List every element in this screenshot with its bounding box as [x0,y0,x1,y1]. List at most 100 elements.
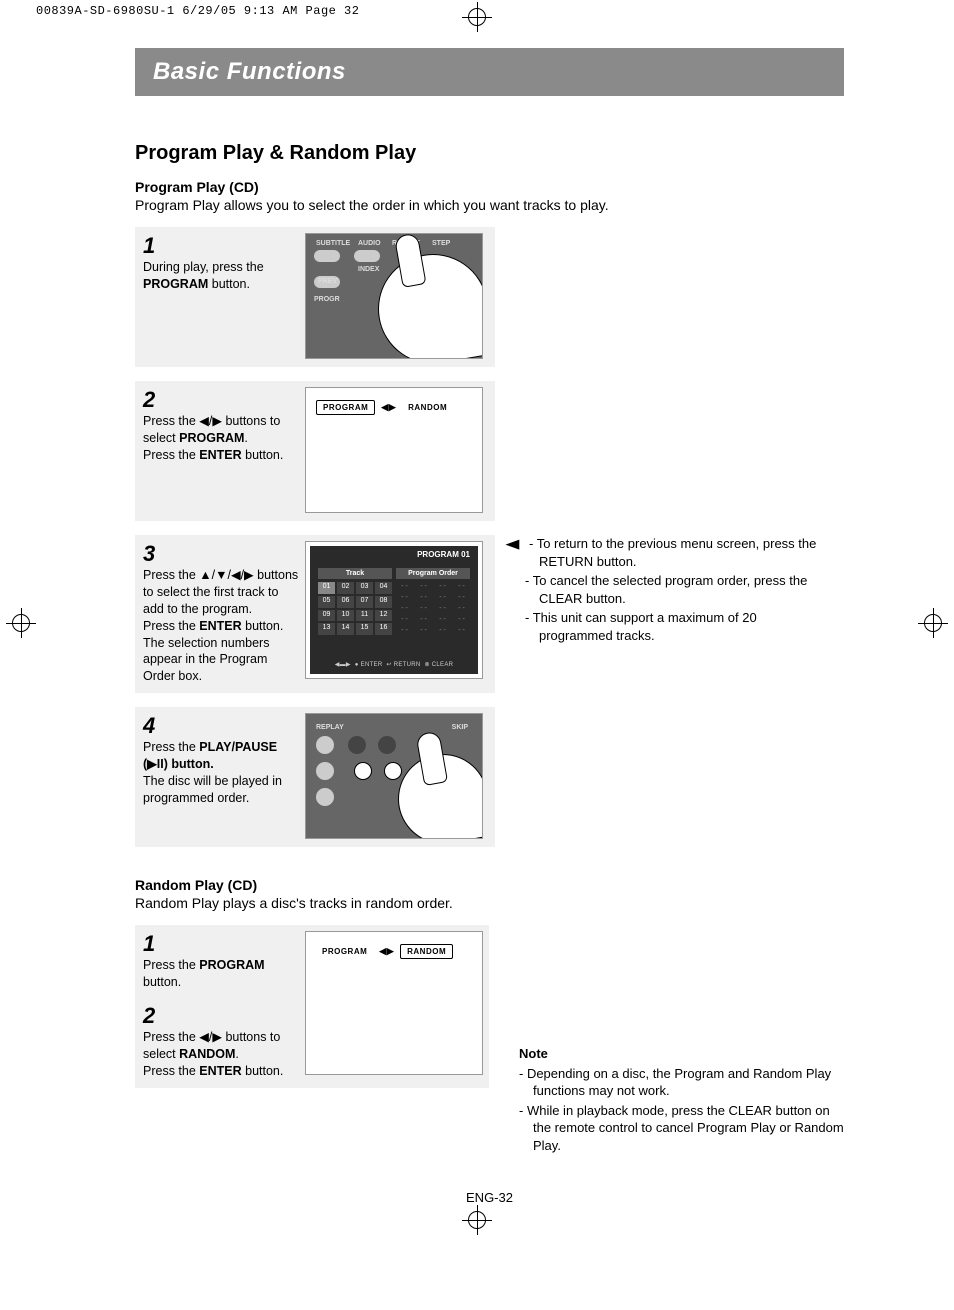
track-cell: 03 [356,582,373,594]
order-cell: - - [415,604,432,613]
step-1-figure: SUBTITLE AUDIO REPEAT STEP INDEX PREV PR… [305,233,483,359]
rand-1-text-a: Press the [143,958,199,972]
step-2-num: 2 [143,389,299,411]
random-chip: RANDOM [400,944,453,959]
left-right-icon: ◀/▶ [199,1030,222,1044]
order-cell: - - [415,615,432,624]
program-chip: PROGRAM [316,945,373,958]
order-cell: - - [453,615,470,624]
order-cell: - - [396,593,413,602]
step-4: 4 Press the PLAY/PAUSE (▶II) button. The… [135,707,495,847]
order-cell: - - [415,626,432,635]
arrows-icon: ◀▶ [379,946,394,957]
note-2: - While in playback mode, press the CLEA… [519,1102,844,1155]
rand-2-bold-b: ENTER [199,1064,241,1078]
order-cell: - - [434,593,451,602]
step-1-text-b: button. [208,277,250,291]
step-1-num: 1 [143,235,299,257]
step-1-text-a: During play, press the [143,260,264,274]
order-cell: - - [434,615,451,624]
track-cell: 06 [337,596,354,608]
program-desc: Program Play allows you to select the or… [135,197,844,213]
step-2: 2 Press the ◀/▶ buttons to select PROGRA… [135,381,495,521]
remote-label-step: STEP [432,240,450,247]
step-2-text-d: Press the [143,448,199,462]
rand-step-2-num: 2 [143,1005,299,1027]
left-right-icon: ◀/▶ [199,414,222,428]
note-title: Note [519,1045,844,1063]
step-4-bold: PLAY/PAUSE [199,740,277,754]
track-cell: 13 [318,623,335,635]
track-cell: 15 [356,623,373,635]
note-1: - Depending on a disc, the Program and R… [519,1065,844,1100]
col-track: Track [318,568,392,579]
order-grid: - - - - - - - - - - - - - - - - - - - [396,582,470,635]
step-3: 3 Press the ▲/▼/◀/▶ buttons to select th… [135,535,495,693]
step-3-text-d: button. [242,619,284,633]
step-2-bold-a: PROGRAM [179,431,244,445]
order-cell: - - [453,593,470,602]
page-heading: Program Play & Random Play [135,142,844,165]
random-desc: Random Play plays a disc's tracks in ran… [135,895,844,911]
step-2-text-a: Press the [143,414,199,428]
order-cell: - - [396,626,413,635]
track-cell: 11 [356,610,373,622]
side-notes: ◀- To return to the previous menu screen… [525,535,821,646]
track-cell: 08 [375,596,392,608]
order-cell: - - [434,582,451,591]
track-cell: 02 [337,582,354,594]
remote-label-progr: PROGR [314,296,340,303]
step-4-figure: REPLAY SKIP [305,713,483,839]
play-pause-icon: ▶II [147,757,164,771]
step-2-text-e: button. [242,448,284,462]
order-cell: - - [396,604,413,613]
page-number: ENG-32 [135,1190,844,1205]
random-steps: 1 Press the PROGRAM button. 2 Press the … [135,925,489,1087]
order-cell: - - [396,582,413,591]
step-2-figure: PROGRAM ◀▶ RANDOM [305,387,483,513]
random-title: Random Play (CD) [135,877,844,893]
track-grid: 01 02 03 04 05 06 07 08 09 10 [318,582,392,635]
track-cell: 05 [318,596,335,608]
registration-mark-bottom [462,1205,492,1235]
step-4-text-c: ) button. [164,757,214,771]
track-cell: 12 [375,610,392,622]
step-4-text-d: The disc will be played in programmed or… [143,774,282,805]
order-cell: - - [453,626,470,635]
step-2-text-c: . [244,431,247,445]
step-3-text-e: The selection numbers appear in the Prog… [143,636,269,684]
track-cell: 04 [375,582,392,594]
step-1-bold: PROGRAM [143,277,208,291]
step-1: 1 During play, press the PROGRAM button.… [135,227,495,367]
order-cell: - - [453,604,470,613]
rand-1-text-b: button. [143,975,181,989]
step-3-figure: PROGRAM 01 Track Program Order 01 02 03 [305,541,483,679]
program-chip: PROGRAM [316,400,375,415]
remote-label-prev: PREV [318,278,337,285]
step-3-bold: ENTER [199,619,241,633]
step-2-bold-b: ENTER [199,448,241,462]
dpad-icon: ▲/▼/◀/▶ [199,568,253,582]
step-3-text-a: Press the [143,568,199,582]
rand-2-text-e: button. [242,1064,284,1078]
side-note-3: - This unit can support a maximum of 20 … [525,609,821,644]
side-note-1: - To return to the previous menu screen,… [529,536,816,569]
note-block: Note - Depending on a disc, the Program … [519,1045,844,1156]
order-cell: - - [434,604,451,613]
section-banner: Basic Functions [135,48,844,96]
rand-step-1-num: 1 [143,933,299,955]
remote-label-skip: SKIP [452,724,468,731]
random-chip: RANDOM [402,401,453,414]
rand-2-text-c: . [235,1047,238,1061]
step-4-num: 4 [143,715,299,737]
rand-1-bold: PROGRAM [199,958,264,972]
col-program-order: Program Order [396,568,470,579]
rand-2-text-a: Press the [143,1030,199,1044]
track-cell: 10 [337,610,354,622]
remote-label-audio: AUDIO [358,240,381,247]
program-screen-title: PROGRAM 01 [417,550,470,559]
order-cell: - - [396,615,413,624]
order-cell: - - [415,582,432,591]
step-4-text-a: Press the [143,740,199,754]
step-3-text-c: Press the [143,619,199,633]
